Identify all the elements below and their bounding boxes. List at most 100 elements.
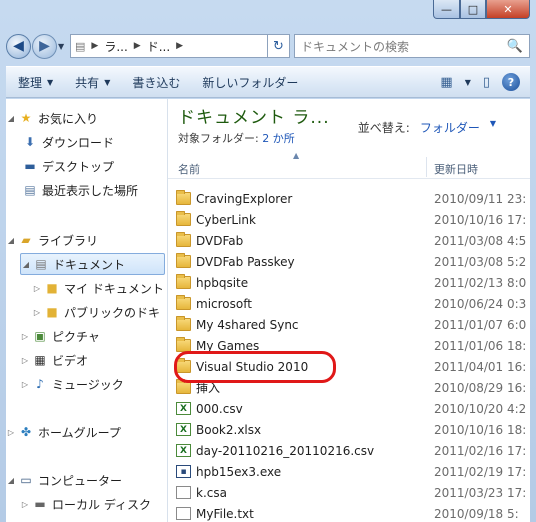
caption-buttons: — □ ✕ xyxy=(433,0,530,19)
target-folder-link[interactable]: 2 か所 xyxy=(262,132,295,145)
collapse-icon[interactable]: ◢ xyxy=(6,236,16,245)
folder-icon: ▤ xyxy=(75,39,86,53)
forward-button[interactable]: ▶ xyxy=(32,33,57,59)
new-folder-button[interactable]: 新しいフォルダー xyxy=(202,74,298,91)
file-row[interactable]: DVDFab 2011/03/08 4:5 xyxy=(168,230,530,251)
expand-icon[interactable]: ▷ xyxy=(20,380,30,389)
breadcrumb-documents[interactable]: ド... xyxy=(147,38,170,55)
file-date: 2011/04/01 16: xyxy=(434,359,527,374)
chevron-down-icon[interactable]: ▼ xyxy=(465,78,471,87)
back-button[interactable]: ◀ xyxy=(6,33,31,59)
file-date: 2011/02/13 8:0 xyxy=(434,275,527,290)
file-row[interactable]: X Book2.xlsx 2010/10/16 18: xyxy=(168,419,530,440)
file-date: 2010/09/18 5: xyxy=(434,506,519,521)
collapse-icon[interactable]: ◢ xyxy=(6,114,16,123)
nav-desktop[interactable]: ▬ デスクトップ xyxy=(20,155,167,177)
chevron-right-icon[interactable]: ▶ xyxy=(176,41,183,51)
close-button[interactable]: ✕ xyxy=(486,0,530,19)
file-row[interactable]: My 4shared Sync 2011/01/07 6:0 xyxy=(168,314,530,335)
preview-pane-icon[interactable]: ▯ xyxy=(483,75,490,90)
file-row[interactable]: microsoft 2010/06/24 0:3 xyxy=(168,293,530,314)
nav-label: ライブラリ xyxy=(38,233,99,248)
excel-file-icon: X xyxy=(176,402,191,415)
nav-recent-places[interactable]: ▤ 最近表示した場所 xyxy=(20,179,167,201)
file-date: 2010/06/24 0:3 xyxy=(434,296,527,311)
file-row[interactable]: MyFile.txt 2010/09/18 5: xyxy=(168,503,530,522)
file-date: 2011/02/16 17: xyxy=(434,443,527,458)
target-folder-label: 対象フォルダー: xyxy=(178,132,259,145)
nav-label: ピクチャ xyxy=(52,329,100,344)
file-name: day-20110216_20110216.csv xyxy=(196,443,375,458)
file-name: My 4shared Sync xyxy=(196,317,299,332)
folder-icon xyxy=(176,253,191,268)
downloads-icon: ⬇ xyxy=(24,135,36,149)
search-input[interactable]: ドキュメントの検索 🔍 xyxy=(294,34,530,58)
view-options-icon[interactable]: ▦ xyxy=(440,75,452,90)
burn-button[interactable]: 書き込む xyxy=(132,74,180,91)
nav-local-disk[interactable]: ▷ ▬ ローカル ディスク xyxy=(20,493,167,515)
new-folder-label: 新しいフォルダー xyxy=(202,75,299,90)
explorer-window: — □ ✕ ◀ ▶ ▼ ▤ ▶ ラ... ▶ ド... ▶ ↻ ドキュメントの検… xyxy=(0,0,536,522)
help-icon[interactable]: ? xyxy=(502,73,520,91)
star-icon: ★ xyxy=(20,111,32,125)
nav-computer[interactable]: ◢ ▭ コンピューター xyxy=(6,469,167,491)
share-button[interactable]: 共有 ▼ xyxy=(75,74,110,91)
file-name: DVDFab Passkey xyxy=(196,254,295,269)
nav-documents[interactable]: ◢ ▤ ドキュメント xyxy=(20,253,165,275)
nav-videos[interactable]: ▷ ▦ ビデオ xyxy=(20,349,167,371)
file-row[interactable]: CravingExplorer 2010/09/11 23: xyxy=(168,188,530,209)
chevron-right-icon[interactable]: ▶ xyxy=(91,41,98,51)
file-row[interactable]: ▪ hpb15ex3.exe 2011/02/19 17: xyxy=(168,461,530,482)
navigation-pane: ◢ ★ お気に入り ⬇ ダウンロード ▬ デスクトップ ▤ 最近表示した場所 ◢… xyxy=(6,99,168,522)
expand-icon[interactable]: ▷ xyxy=(20,500,30,509)
address-bar[interactable]: ▤ ▶ ラ... ▶ ド... ▶ xyxy=(70,34,268,58)
chevron-down-icon[interactable]: ▼ xyxy=(490,119,496,136)
collapse-icon[interactable]: ◢ xyxy=(21,260,31,269)
nav-label: ホームグループ xyxy=(38,425,121,440)
folder-icon xyxy=(176,295,191,310)
nav-label: お気に入り xyxy=(38,111,99,126)
nav-label: ドキュメント xyxy=(53,257,126,272)
expand-icon[interactable]: ▷ xyxy=(20,332,30,341)
minimize-button[interactable]: — xyxy=(433,0,460,19)
file-row[interactable]: Xday-20110216_20110216.csv 2011/02/16 17: xyxy=(168,440,530,461)
chevron-right-icon[interactable]: ▶ xyxy=(134,41,141,51)
organize-button[interactable]: 整理 ▼ xyxy=(18,74,53,91)
file-row[interactable]: X 000.csv 2010/10/20 4:2 xyxy=(168,398,530,419)
breadcrumb-libraries[interactable]: ラ... xyxy=(104,38,127,55)
search-icon[interactable]: 🔍 xyxy=(507,39,523,54)
arrange-dropdown[interactable]: フォルダー xyxy=(420,119,480,136)
view-controls: ▦ ▼ ▯ ? xyxy=(440,73,530,91)
collapse-icon[interactable]: ◢ xyxy=(6,476,16,485)
file-name: DVDFab xyxy=(196,233,244,248)
expand-icon[interactable]: ▷ xyxy=(32,284,42,293)
nav-downloads[interactable]: ⬇ ダウンロード xyxy=(20,131,167,153)
nav-favorites[interactable]: ◢ ★ お気に入り xyxy=(6,107,167,129)
expand-icon[interactable]: ▷ xyxy=(32,308,42,317)
maximize-button[interactable]: □ xyxy=(460,0,486,19)
nav-label: マイ ドキュメント xyxy=(64,281,164,296)
refresh-button[interactable]: ↻ xyxy=(268,34,290,58)
file-row[interactable]: k.csa 2011/03/23 17: xyxy=(168,482,530,503)
nav-pictures[interactable]: ▷ ▣ ピクチャ xyxy=(20,325,167,347)
nav-label: ビデオ xyxy=(52,353,89,368)
nav-public-documents[interactable]: ▷ ■ パブリックのドキ xyxy=(32,301,167,323)
folder-icon xyxy=(176,232,191,247)
file-row[interactable]: DVDFab Passkey 2011/03/08 5:2 xyxy=(168,251,530,272)
column-divider[interactable] xyxy=(426,157,427,177)
nav-libraries[interactable]: ◢ ▰ ライブラリ xyxy=(6,229,167,251)
folder-icon: ■ xyxy=(46,281,58,295)
expand-icon[interactable]: ▷ xyxy=(20,356,30,365)
column-name[interactable]: 名前 xyxy=(178,161,200,177)
nav-homegroup[interactable]: ▷ ✤ ホームグループ xyxy=(6,421,167,443)
recent-pages-dropdown[interactable]: ▼ xyxy=(58,42,68,51)
folder-icon xyxy=(176,274,191,289)
file-row[interactable]: CyberLink 2010/10/16 17: xyxy=(168,209,530,230)
library-title: ドキュメント ラ... xyxy=(178,108,330,128)
expand-icon[interactable]: ▷ xyxy=(6,428,16,437)
file-row[interactable]: hpbqsite 2011/02/13 8:0 xyxy=(168,272,530,293)
nav-music[interactable]: ▷ ♪ ミュージック xyxy=(20,373,167,395)
nav-my-documents[interactable]: ▷ ■ マイ ドキュメント xyxy=(32,277,167,299)
videos-icon: ▦ xyxy=(34,353,46,367)
column-date-modified[interactable]: 更新日時 xyxy=(434,161,478,177)
